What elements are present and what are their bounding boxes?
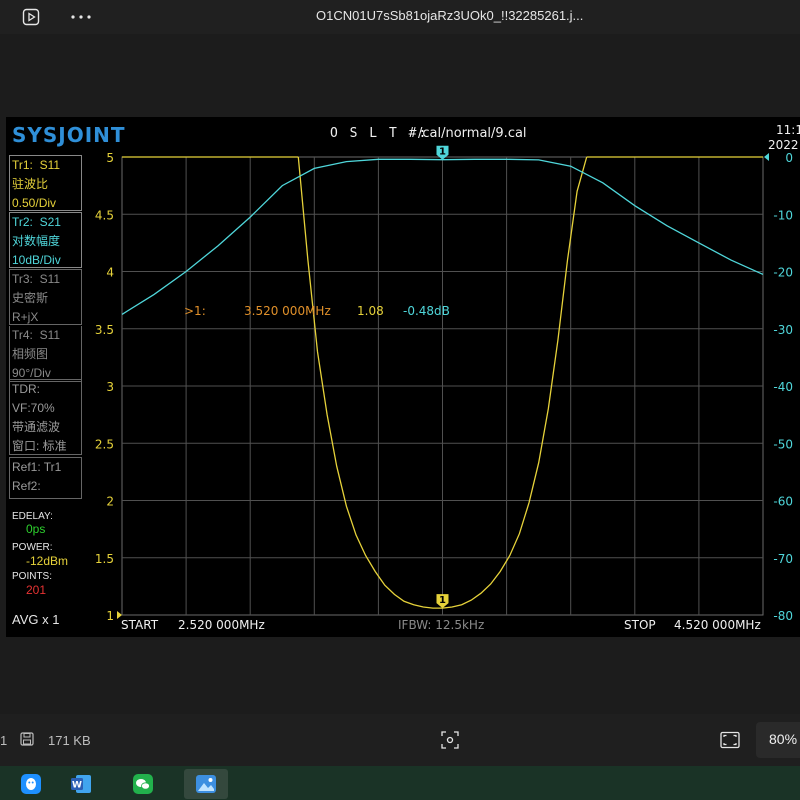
y-left-tick-label: 4 — [106, 266, 114, 280]
page-number: 1 — [0, 733, 8, 748]
y-right-tick-label: -60 — [773, 495, 793, 509]
y-left-tick-label: 1 — [106, 609, 114, 623]
y-right-tick-label: -50 — [773, 437, 793, 451]
y-left-tick-label: 3.5 — [95, 323, 114, 337]
svg-text:W: W — [72, 781, 82, 791]
file-size: 171 KB — [48, 733, 91, 748]
y-left-tick-label: 3 — [106, 380, 114, 394]
y-left-tick-label: 2.5 — [95, 437, 114, 451]
vna-chart: 5 4.5 4 3.5 3 2.5 2 1.5 1 0 -10 -20 -30 -40 -50 -60 -70 -… — [95, 145, 793, 623]
y-left-tick-label: 1.5 — [95, 552, 114, 566]
start-value: 2.520 000MHz — [178, 618, 265, 632]
save-icon — [20, 732, 34, 751]
y-right-tick-label: -30 — [773, 323, 793, 337]
marker-freq: 3.520 000MHz — [244, 304, 331, 318]
y-right-tick-label: -20 — [773, 266, 793, 280]
marker-1-swr: 1 — [436, 594, 449, 609]
marker-s21: -0.48dB — [403, 304, 450, 318]
title-bar: O1CN01U7sSb81ojaRz3UOk0_!!32285261.j... — [0, 0, 800, 34]
marker-readout: >1: 3.520 000MHz 1.08 -0.48dB — [184, 304, 450, 318]
vna-screen: SYSJOINT O S L T #: /cal/normal/9.cal 11… — [6, 117, 800, 637]
actual-size-icon[interactable] — [720, 731, 740, 754]
stop-label: STOP — [624, 618, 656, 632]
marker-id: 1 — [439, 147, 446, 158]
stop-value: 4.520 000MHz — [674, 618, 761, 632]
axis-ticks: 5 4.5 4 3.5 3 2.5 2 1.5 1 0 -10 -20 -30 -40 -50 -60 -70 -… — [95, 151, 793, 623]
y-left-tick-label: 5 — [106, 151, 114, 165]
play-square-icon[interactable] — [20, 6, 42, 28]
wechat-app-icon[interactable] — [126, 769, 160, 799]
y-right-tick-label: -80 — [773, 609, 793, 623]
y-right-tick-label: 0 — [785, 151, 793, 165]
zoom-control[interactable]: 80% — [756, 722, 800, 758]
marker-prefix: >1: — [184, 304, 206, 318]
more-horizontal-icon[interactable] — [70, 6, 92, 28]
word-app-icon[interactable]: W — [64, 769, 98, 799]
ref-arrow-tr2 — [764, 153, 769, 161]
taskbar: W — [0, 766, 800, 800]
ifbw-label: IFBW: 12.5kHz — [398, 618, 485, 632]
start-label: START — [121, 618, 159, 632]
zoom-value: 80% — [769, 731, 798, 747]
y-left-tick-label: 4.5 — [95, 208, 114, 222]
y-right-tick-label: -10 — [773, 208, 793, 222]
marker-id: 1 — [439, 595, 446, 606]
photos-app-icon[interactable] — [184, 769, 228, 799]
y-right-tick-label: -70 — [773, 552, 793, 566]
marker-swr: 1.08 — [357, 304, 384, 318]
fit-to-window-icon[interactable] — [441, 731, 459, 754]
marker-1-s21: 1 — [436, 145, 449, 160]
window-title: O1CN01U7sSb81ojaRz3UOk0_!!32285261.j... — [316, 8, 584, 23]
y-right-tick-label: -40 — [773, 380, 793, 394]
y-left-tick-label: 2 — [106, 495, 114, 509]
status-bar: 1 171 KB 80% — [0, 714, 800, 766]
qq-app-icon[interactable] — [14, 769, 48, 799]
